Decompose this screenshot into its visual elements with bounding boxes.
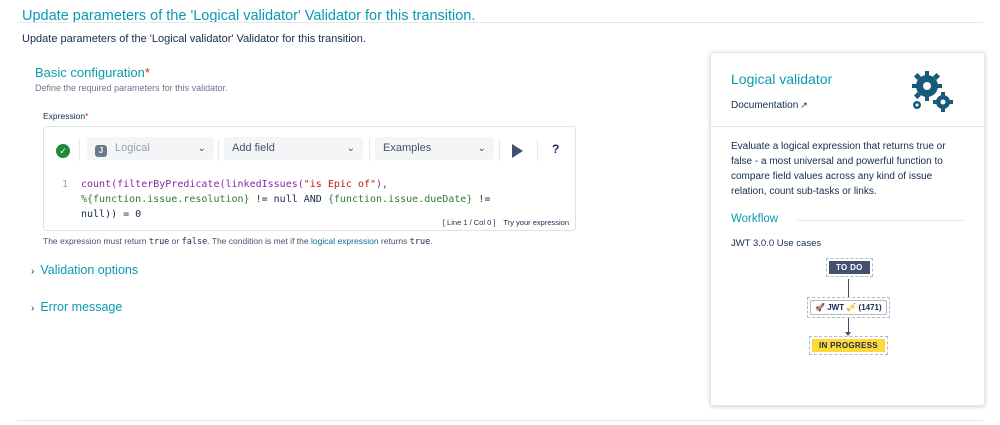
in-progress-lozenge: IN PROGRESS	[812, 339, 885, 352]
code-line-2: %{function.issue.resolution} != null AND…	[81, 192, 490, 207]
to-status: IN PROGRESS	[809, 336, 888, 355]
note-text: The expression must return	[43, 236, 149, 246]
code-line-3: null)) = 0	[81, 209, 142, 220]
from-status: TO DO	[826, 258, 873, 277]
transition-label: 🚀 JWT 🎺 (1471)	[810, 300, 887, 315]
code-punctuation: ),	[376, 179, 389, 190]
expression-editor[interactable]: ✓ J Logical ⌄ Add field ⌄ Examples ⌄ ? 1 …	[43, 126, 576, 231]
code-field: %{function.issue.resolution}	[81, 194, 250, 205]
editor-status: [ Line 1 / Col 0 ] Try your expression	[443, 218, 569, 227]
divider	[369, 139, 370, 161]
divider	[537, 139, 538, 161]
note-text: . The condition is met if the	[207, 236, 311, 246]
trumpet-icon: 🎺	[846, 303, 857, 312]
logical-expression-link[interactable]: logical expression	[311, 236, 379, 246]
note-text: or	[169, 236, 182, 246]
expression-note: The expression must return true or false…	[43, 236, 433, 247]
code-string: "is Epic of"	[303, 179, 377, 190]
note-text: .	[430, 236, 433, 246]
divider	[711, 126, 984, 127]
help-button[interactable]: ?	[552, 142, 559, 156]
intro-text: Update parameters of the 'Logical valida…	[22, 33, 366, 45]
validator-info-card: Logical validator Documentation ↗ Evaluat…	[710, 52, 985, 406]
documentation-link[interactable]: Documentation ↗	[731, 100, 808, 111]
divider	[499, 139, 500, 161]
code-operator: !=	[472, 194, 491, 205]
line-number: 1	[62, 179, 69, 190]
divider	[797, 220, 964, 221]
external-link-icon: ↗	[800, 100, 808, 110]
documentation-label: Documentation	[731, 100, 799, 111]
basic-configuration-subtitle: Define the required parameters for this …	[35, 83, 228, 93]
todo-lozenge: TO DO	[829, 261, 870, 274]
mode-select-value: Logical	[115, 142, 150, 154]
note-code: true	[409, 237, 431, 247]
run-icon[interactable]	[512, 144, 523, 158]
connector-line	[848, 279, 849, 297]
chevron-right-icon: ›	[31, 266, 35, 277]
use-cases-label: JWT 3.0.0 Use cases	[731, 238, 822, 249]
note-code: false	[181, 237, 208, 247]
examples-select[interactable]: Examples ⌄	[375, 137, 494, 160]
try-expression-link[interactable]: Try your expression	[503, 218, 569, 227]
validator-description: Evaluate a logical expression that retur…	[731, 141, 946, 197]
divider	[79, 139, 80, 161]
check-circle-icon: ✓	[56, 144, 70, 158]
rocket-icon: 🚀	[815, 303, 825, 312]
required-marker: *	[144, 65, 150, 80]
code-operator: != null AND	[249, 194, 328, 205]
workflow-title: Workflow	[731, 213, 779, 225]
error-message-toggle[interactable]: › Error message	[31, 300, 122, 314]
required-marker: *	[85, 111, 89, 121]
add-field-label: Add field	[232, 142, 275, 154]
transition: 🚀 JWT 🎺 (1471)	[807, 297, 890, 318]
code-field: {function.issue.dueDate}	[327, 194, 473, 205]
divider	[17, 22, 983, 23]
editor-toolbar: ✓ J Logical ⌄ Add field ⌄ Examples ⌄ ?	[44, 127, 575, 171]
validation-options-toggle[interactable]: › Validation options	[31, 263, 138, 277]
code-function: count(filterByPredicate(linkedIssues(	[81, 179, 304, 190]
card-title: Logical validator	[731, 71, 833, 87]
code-line-1: count(filterByPredicate(linkedIssues("is…	[81, 177, 388, 192]
transition-count: (1471)	[858, 303, 882, 312]
expression-label: Expression*	[43, 111, 88, 121]
basic-configuration-title: Basic configuration*	[35, 65, 150, 80]
gears-icon	[912, 71, 953, 112]
note-text: returns	[378, 236, 410, 246]
cursor-position: [ Line 1 / Col 0 ]	[442, 218, 496, 227]
chevron-down-icon: ⌄	[197, 143, 206, 154]
add-field-select[interactable]: Add field ⌄	[224, 137, 363, 160]
mode-select[interactable]: J Logical ⌄	[87, 137, 214, 160]
transition-name: JWT	[827, 303, 845, 312]
jwt-logo-icon: J	[95, 145, 107, 157]
basic-configuration-label: Basic configuration	[35, 65, 145, 80]
divider	[17, 420, 983, 421]
expression-label-text: Expression	[43, 111, 86, 121]
chevron-right-icon: ›	[31, 303, 35, 314]
note-code: true	[148, 237, 170, 247]
error-message-label: Error message	[40, 300, 123, 314]
examples-label: Examples	[383, 142, 432, 154]
chevron-down-icon: ⌄	[346, 143, 355, 154]
connector-line	[848, 318, 849, 332]
validation-options-label: Validation options	[40, 263, 139, 277]
divider	[218, 139, 219, 161]
chevron-down-icon: ⌄	[477, 143, 486, 154]
